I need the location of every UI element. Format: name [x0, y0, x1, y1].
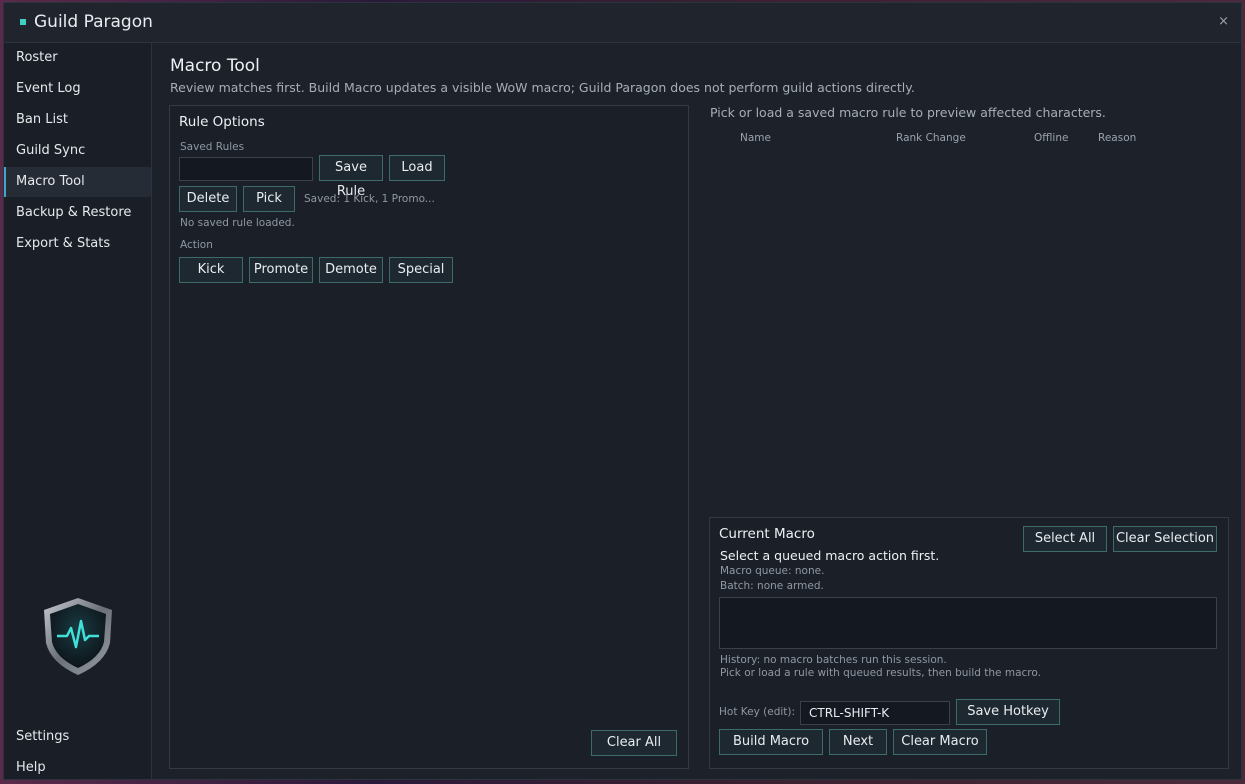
column-header-rank-change[interactable]: Rank Change — [896, 132, 966, 144]
rule-status: No saved rule loaded. — [180, 217, 295, 229]
shield-heartbeat-icon — [44, 598, 112, 675]
save-hotkey-button[interactable]: Save Hotkey — [956, 699, 1060, 725]
sidebar-item-settings[interactable]: Settings — [4, 722, 151, 752]
macro-body-textarea[interactable] — [719, 597, 1217, 649]
hotkey-input[interactable] — [800, 701, 950, 725]
next-button[interactable]: Next — [829, 729, 887, 755]
pick-button[interactable]: Pick — [243, 186, 295, 212]
close-button[interactable]: × — [1218, 14, 1229, 29]
title-bar: Guild Paragon × — [4, 3, 1241, 43]
delete-button[interactable]: Delete — [179, 186, 237, 212]
preview-hint: Pick or load a saved macro rule to previ… — [710, 105, 1106, 120]
page-subtitle: Review matches first. Build Macro update… — [170, 80, 915, 95]
hotkey-label: Hot Key (edit): — [719, 706, 796, 718]
app-window: Guild Paragon × Roster Event Log Ban Lis… — [3, 2, 1242, 780]
macro-batch-status: Batch: none armed. — [720, 580, 824, 592]
page-title: Macro Tool — [170, 56, 260, 76]
kick-button[interactable]: Kick — [179, 257, 243, 283]
macro-instruction: Select a queued macro action first. — [720, 548, 940, 563]
action-label: Action — [180, 239, 213, 251]
sidebar-item-guild-sync[interactable]: Guild Sync — [4, 136, 151, 166]
column-header-offline[interactable]: Offline — [1034, 132, 1068, 144]
demote-button[interactable]: Demote — [319, 257, 383, 283]
build-macro-button[interactable]: Build Macro — [719, 729, 823, 755]
sidebar-item-export-stats[interactable]: Export & Stats — [4, 229, 151, 259]
sidebar-item-roster[interactable]: Roster — [4, 43, 151, 73]
clear-macro-button[interactable]: Clear Macro — [893, 729, 987, 755]
macro-history: History: no macro batches run this sessi… — [720, 654, 947, 666]
sidebar-item-ban-list[interactable]: Ban List — [4, 105, 151, 135]
main-content: Macro Tool Review matches first. Build M… — [152, 43, 1241, 779]
clear-all-button[interactable]: Clear All — [591, 730, 677, 756]
column-header-reason[interactable]: Reason — [1098, 132, 1136, 144]
saved-rules-label: Saved Rules — [180, 141, 245, 153]
rule-options-title: Rule Options — [179, 114, 265, 130]
macro-queue-status: Macro queue: none. — [720, 565, 825, 577]
column-header-name[interactable]: Name — [740, 132, 771, 144]
rule-options-panel: Rule Options Saved Rules Save Rule Load … — [169, 105, 689, 769]
promote-button[interactable]: Promote — [249, 257, 313, 283]
special-button[interactable]: Special — [389, 257, 453, 283]
sidebar-item-backup-restore[interactable]: Backup & Restore — [4, 198, 151, 228]
save-rule-button[interactable]: Save Rule — [319, 155, 383, 199]
sidebar-item-help[interactable]: Help — [4, 753, 151, 783]
sidebar-item-event-log[interactable]: Event Log — [4, 74, 151, 104]
current-macro-panel: Current Macro Select All Clear Selection… — [709, 517, 1229, 769]
app-indicator-icon — [20, 19, 26, 25]
sidebar: Roster Event Log Ban List Guild Sync Mac… — [4, 43, 152, 779]
load-button[interactable]: Load — [389, 155, 445, 181]
sidebar-item-macro-tool[interactable]: Macro Tool — [4, 167, 151, 197]
saved-summary: Saved: 1 Kick, 1 Promo... — [304, 193, 435, 205]
select-all-button[interactable]: Select All — [1023, 526, 1107, 552]
current-macro-title: Current Macro — [719, 526, 815, 542]
clear-selection-button[interactable]: Clear Selection — [1113, 526, 1217, 552]
window-title: Guild Paragon — [34, 12, 153, 32]
saved-rules-input[interactable] — [179, 157, 313, 181]
macro-hint: Pick or load a rule with queued results,… — [720, 667, 1041, 679]
